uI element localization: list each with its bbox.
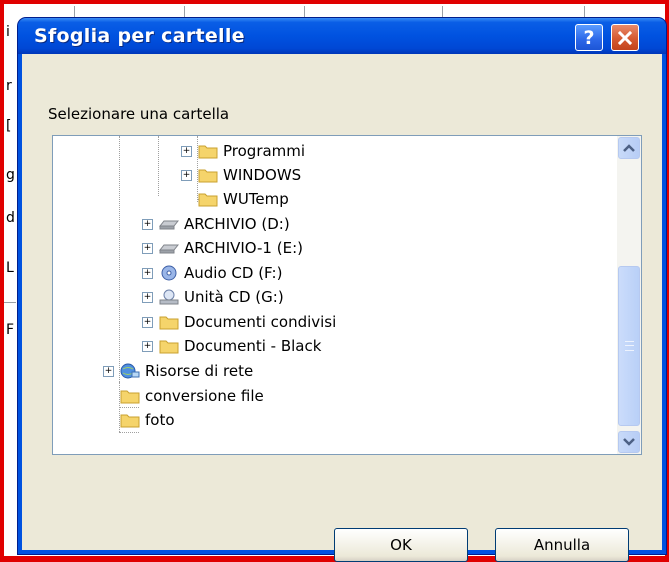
background-text: F [6,322,15,338]
tree-item-windows[interactable]: + WINDOWS [181,163,301,187]
tree-item-conversione-file[interactable]: conversione file [120,384,264,408]
chevron-down-icon [623,438,635,446]
tree-item-audio-cd-f[interactable]: + Audio CD (F:) [142,261,282,285]
expand-toggle[interactable]: + [181,145,192,157]
folder-icon [198,193,218,207]
background-text: i [6,24,10,40]
help-icon: ? [583,26,595,49]
tree-item-label: WUTemp [223,190,289,208]
tree-item-label: ARCHIVIO (D:) [184,215,290,233]
chevron-up-icon [623,144,635,152]
tree-item-label: ARCHIVIO-1 (E:) [184,239,303,257]
grid-line [4,302,16,303]
expand-toggle[interactable]: + [181,169,192,181]
background-text: r [6,78,12,94]
help-button[interactable]: ? [575,24,603,51]
tree-item-foto[interactable]: foto [120,408,175,432]
title-bar[interactable]: Sfoglia per cartelle ? [18,18,666,54]
tree-item-label: WINDOWS [223,166,302,184]
close-icon [618,30,632,45]
background-text: L [6,260,14,276]
background-text: d [6,210,15,226]
hard-drive-icon [159,244,179,254]
tree-item-label: Unità CD (G:) [184,288,284,306]
dialog-title: Sfoglia per cartelle [34,25,245,47]
close-button[interactable] [611,24,639,51]
grip-icon [625,341,634,351]
dialog-body: Selezionare una cartella + Programmi + W… [22,54,662,562]
folder-icon [159,316,179,330]
tree-item-risorse-di-rete[interactable]: + Risorse di rete [103,359,253,383]
hard-drive-icon [159,220,179,230]
expand-toggle[interactable]: + [142,267,153,279]
expand-toggle[interactable]: + [142,218,153,230]
tree-item-label: Risorse di rete [145,362,254,380]
folder-icon [120,390,140,404]
browse-folder-dialog: Sfoglia per cartelle ? Selezionare una c… [18,18,666,562]
folder-icon [198,145,218,159]
tree-item-label: Documenti condivisi [184,313,337,331]
tree-line [119,432,139,434]
expand-toggle[interactable]: + [142,291,153,303]
tree-item-programmi[interactable]: + Programmi [181,139,305,163]
tree-item-wutemp[interactable]: WUTemp [181,187,289,211]
tree-item-documenti-condivisi[interactable]: + Documenti condivisi [142,310,336,334]
network-icon [120,363,140,379]
expand-toggle[interactable]: + [103,365,114,377]
tree-line [158,136,160,196]
tree-item-archivio-1-e[interactable]: + ARCHIVIO-1 (E:) [142,236,303,260]
cancel-button[interactable]: Annulla [495,528,629,562]
tree-item-label: foto [145,411,175,429]
scroll-up-button[interactable] [618,137,640,159]
tree-item-unita-cd-g[interactable]: + Unità CD (G:) [142,285,284,309]
audio-cd-icon [161,265,177,281]
folder-icon [120,414,140,428]
tree-item-label: Audio CD (F:) [184,264,283,282]
tree-item-label: conversione file [145,387,264,405]
scroll-down-button[interactable] [618,431,640,453]
expand-toggle[interactable]: + [142,340,153,352]
folder-icon [198,169,218,183]
cd-drive-icon [159,289,179,305]
tree-item-documenti-black[interactable]: + Documenti - Black [142,334,321,358]
scroll-thumb[interactable] [618,266,640,426]
background-text: g [6,167,15,183]
tree-item-label: Documenti - Black [184,337,322,355]
folder-icon [159,340,179,354]
background-text: [ [6,118,12,134]
dialog-prompt: Selezionare una cartella [48,105,230,123]
ok-button[interactable]: OK [334,528,468,562]
vertical-scrollbar[interactable] [617,136,641,454]
folder-tree[interactable]: + Programmi + WINDOWS WUTemp + ARCHIVIO … [52,135,642,455]
expand-toggle[interactable]: + [142,242,153,254]
expand-toggle[interactable]: + [142,316,153,328]
tree-item-archivio-d[interactable]: + ARCHIVIO (D:) [142,212,290,236]
tree-item-label: Programmi [223,142,306,160]
